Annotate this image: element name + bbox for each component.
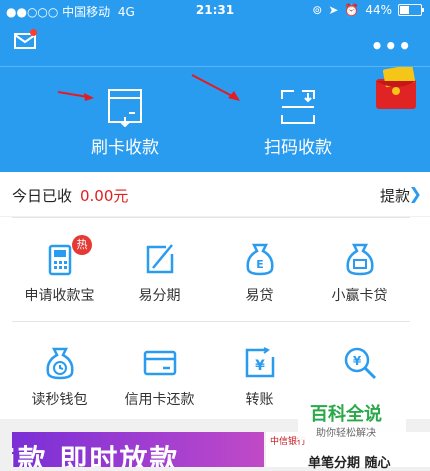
lock-rotation-icon: ⊚ (312, 3, 323, 17)
location-icon: ➤ (328, 3, 339, 17)
hero-panel: 刷卡收款 扫码收款 (0, 67, 430, 172)
card-loan-label: 小赢卡贷 (331, 288, 388, 304)
watermark-title: 百科全说 (310, 404, 382, 425)
swipe-card-label: 刷卡收款 (91, 138, 159, 158)
notification-dot (30, 29, 37, 36)
services-grid: 热 申请收款宝 易分期 E 易贷 小赢卡贷 读秒钱包 信用卡还款 ¥ 转账 ¥ (0, 217, 430, 419)
swipe-card-collect-button[interactable]: 刷卡收款 (65, 87, 185, 158)
money-bag-clock-icon (45, 347, 74, 380)
bank-promo-text: 单笔分期 随心 (308, 456, 391, 471)
scan-code-label: 扫码收款 (264, 138, 332, 158)
installment-button[interactable]: 易分期 (106, 241, 213, 305)
red-packet-icon[interactable] (374, 67, 418, 111)
chevron-right-icon[interactable]: ❯ (409, 184, 422, 203)
battery-icon (398, 4, 424, 16)
svg-text:E: E (256, 258, 264, 271)
today-received-amount: 0.00元 (80, 187, 129, 205)
installment-icon (146, 244, 173, 274)
promo-banner-text: i款 即时放款 (12, 443, 180, 467)
dumiao-wallet-button[interactable]: 读秒钱包 (6, 345, 113, 409)
search-yen-icon: ¥ (344, 347, 376, 380)
scan-icon (281, 90, 315, 124)
credit-card-icon (143, 350, 176, 376)
today-received-label: 今日已收 (12, 187, 73, 205)
app-header: ••• (0, 20, 430, 66)
scan-code-collect-button[interactable]: 扫码收款 (238, 87, 358, 158)
watermark: 百科全说 助你轻松解决 (298, 398, 406, 440)
card-reader-icon (108, 89, 142, 127)
battery-percent: 44% (365, 3, 392, 17)
watermark-subtitle: 助你轻松解决 (316, 428, 376, 439)
today-summary-row: 今日已收 0.00元 提款 ❯ (0, 172, 430, 216)
status-bar: ●●○○○ 中国移动 4G 21:31 ⊚ ➤ ⏰ 44% (0, 0, 430, 20)
search-service-button[interactable]: ¥ (306, 345, 413, 389)
dumiao-wallet-label: 读秒钱包 (31, 392, 88, 408)
transfer-yen-icon: ¥ (245, 347, 274, 378)
svg-text:¥: ¥ (255, 358, 265, 374)
easy-loan-button[interactable]: E 易贷 (206, 241, 313, 305)
more-icon[interactable]: ••• (371, 34, 412, 58)
status-icons: ⊚ ➤ ⏰ 44% (312, 3, 424, 17)
svg-text:¥: ¥ (352, 354, 361, 368)
credit-card-repay-button[interactable]: 信用卡还款 (106, 345, 213, 409)
promo-banner[interactable]: i款 即时放款 (12, 432, 264, 467)
card-loan-button[interactable]: 小赢卡贷 (306, 241, 413, 305)
hot-badge: 热 (72, 235, 92, 255)
money-bag-e-icon: E (245, 243, 274, 276)
withdraw-link[interactable]: 提款 (380, 185, 410, 206)
easy-loan-label: 易贷 (245, 288, 274, 304)
grid-top-divider (12, 217, 410, 218)
annotation-arrow-right (191, 74, 240, 101)
alarm-icon: ⏰ (344, 3, 360, 17)
transfer-button[interactable]: ¥ 转账 (206, 345, 313, 409)
apply-pos-button[interactable]: 热 申请收款宝 (6, 235, 113, 305)
money-bag-card-icon (345, 243, 374, 276)
installment-label: 易分期 (138, 288, 181, 304)
grid-row-divider (12, 321, 410, 322)
transfer-label: 转账 (245, 392, 274, 408)
apply-pos-label: 申请收款宝 (24, 288, 95, 304)
credit-card-repay-label: 信用卡还款 (124, 392, 195, 408)
